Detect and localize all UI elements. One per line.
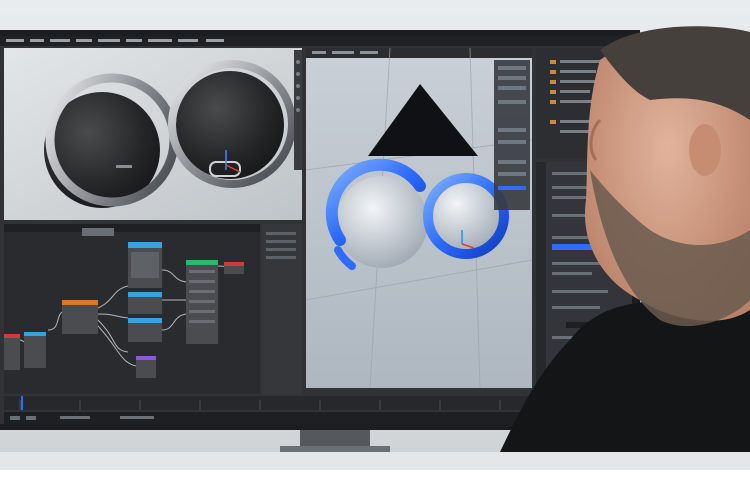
ear: [689, 124, 721, 176]
desk: [0, 452, 750, 470]
photo-scene: [0, 0, 750, 490]
monitor-stand: [300, 430, 370, 446]
sphere-object: [423, 173, 509, 259]
monitor: [0, 30, 640, 430]
menu-bar: [0, 36, 632, 46]
photo-illustration: [0, 0, 750, 490]
speaker-icon: [168, 60, 296, 188]
